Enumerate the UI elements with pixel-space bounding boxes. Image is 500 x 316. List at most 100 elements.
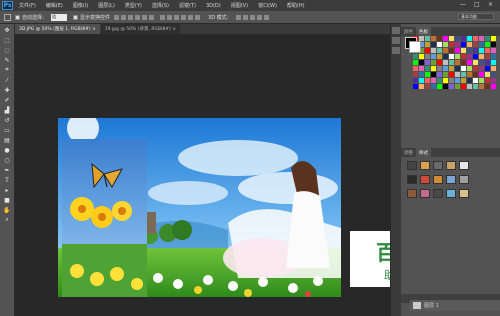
- swatch-cell[interactable]: [467, 54, 472, 59]
- swatch-cell[interactable]: [455, 36, 460, 41]
- tab-3d-jpg[interactable]: 3D.JPG @ 50% (图层 1, RGB/8#) ×: [15, 24, 100, 34]
- swatch-cell[interactable]: [425, 66, 430, 71]
- swatch-cell[interactable]: [425, 36, 430, 41]
- swatch-cell[interactable]: [413, 54, 418, 59]
- swatch-cell[interactable]: [431, 66, 436, 71]
- swatch-cell[interactable]: [479, 78, 484, 83]
- swatch-cell[interactable]: [443, 78, 448, 83]
- crop-icon[interactable]: ⌗: [2, 66, 12, 74]
- layer-row[interactable]: 图层 1: [410, 300, 500, 311]
- swatch-cell[interactable]: [425, 60, 430, 65]
- swatch-cell[interactable]: [467, 66, 472, 71]
- swatch-cell[interactable]: [437, 78, 442, 83]
- swatch-cell[interactable]: [437, 84, 442, 89]
- swatch-cell[interactable]: [473, 36, 478, 41]
- auto-select-dropdown[interactable]: 组: [51, 13, 68, 21]
- distribute-center-icon[interactable]: [188, 14, 194, 20]
- style-swatch[interactable]: [420, 175, 430, 184]
- swatch-cell[interactable]: [479, 36, 484, 41]
- swatch-cell[interactable]: [467, 84, 472, 89]
- swatch-cell[interactable]: [473, 78, 478, 83]
- style-swatch[interactable]: [446, 161, 456, 170]
- swatch-cell[interactable]: [413, 84, 418, 89]
- history-brush-icon[interactable]: ↺: [2, 116, 12, 124]
- style-swatch[interactable]: [407, 161, 417, 170]
- swatch-cell[interactable]: [443, 54, 448, 59]
- swatch-cell[interactable]: [431, 54, 436, 59]
- swatch-cell[interactable]: [473, 60, 478, 65]
- 3d-rotate-icon[interactable]: [235, 14, 241, 20]
- close-button[interactable]: ×: [488, 1, 493, 8]
- swatch-cell[interactable]: [437, 48, 442, 53]
- swatch-cell[interactable]: [431, 60, 436, 65]
- swatch-cell[interactable]: [449, 54, 454, 59]
- 3d-slide-icon[interactable]: [256, 14, 262, 20]
- swatch-cell[interactable]: [431, 36, 436, 41]
- swatch-cell[interactable]: [455, 54, 460, 59]
- style-swatch[interactable]: [446, 189, 456, 198]
- swatch-cell[interactable]: [461, 66, 466, 71]
- distribute-right-icon[interactable]: [195, 14, 201, 20]
- swatch-cell[interactable]: [425, 42, 430, 47]
- swatch-cell[interactable]: [491, 54, 496, 59]
- swatch-cell[interactable]: [461, 84, 466, 89]
- swatch-cell[interactable]: [455, 78, 460, 83]
- auto-select-checkbox[interactable]: [15, 14, 20, 20]
- swatch-cell[interactable]: [443, 84, 448, 89]
- style-swatch[interactable]: [446, 175, 456, 184]
- swatch-cell[interactable]: [467, 60, 472, 65]
- tab-swatches[interactable]: 色板: [416, 27, 431, 36]
- swatch-cell[interactable]: [419, 60, 424, 65]
- swatch-cell[interactable]: [479, 60, 484, 65]
- align-left-icon[interactable]: [135, 14, 141, 20]
- swatch-cell[interactable]: [491, 48, 496, 53]
- swatch-cell[interactable]: [485, 60, 490, 65]
- swatch-cell[interactable]: [419, 54, 424, 59]
- swatch-cell[interactable]: [467, 72, 472, 77]
- swatch-cell[interactable]: [479, 48, 484, 53]
- show-transform-checkbox[interactable]: [73, 14, 79, 20]
- style-swatch[interactable]: [459, 161, 469, 170]
- workspace-dropdown[interactable]: 基本功能: [458, 13, 494, 20]
- distribute-left-icon[interactable]: [181, 14, 187, 20]
- swatch-cell[interactable]: [461, 42, 466, 47]
- tab-adjustments[interactable]: 调整: [401, 148, 416, 157]
- swatch-cell[interactable]: [455, 84, 460, 89]
- eyedropper-icon[interactable]: ⁄: [2, 76, 12, 84]
- hand-icon[interactable]: ✋: [2, 206, 12, 214]
- swatch-cell[interactable]: [455, 60, 460, 65]
- swatch-cell[interactable]: [437, 66, 442, 71]
- swatch-cell[interactable]: [485, 48, 490, 53]
- swatch-cell[interactable]: [479, 54, 484, 59]
- swatch-cell[interactable]: [461, 60, 466, 65]
- swatch-cell[interactable]: [413, 78, 418, 83]
- swatch-cell[interactable]: [425, 78, 430, 83]
- swatch-cell[interactable]: [485, 78, 490, 83]
- tab-19-jpg[interactable]: 19.jpg @ 50% (背景, RGB/8#) ×: [100, 24, 181, 34]
- swatch-cell[interactable]: [443, 66, 448, 71]
- swatch-cell[interactable]: [455, 72, 460, 77]
- properties-panel-icon[interactable]: [392, 37, 400, 44]
- swatch-cell[interactable]: [437, 36, 442, 41]
- quick-select-icon[interactable]: ✎: [2, 56, 12, 64]
- swatch-cell[interactable]: [425, 84, 430, 89]
- swatch-cell[interactable]: [479, 42, 484, 47]
- eraser-icon[interactable]: ▭: [2, 126, 12, 134]
- swatch-cell[interactable]: [443, 42, 448, 47]
- swatch-cell[interactable]: [443, 36, 448, 41]
- swatch-cell[interactable]: [431, 84, 436, 89]
- move-tool-preset-icon[interactable]: [4, 13, 11, 21]
- 3d-roll-icon[interactable]: [242, 14, 248, 20]
- swatch-cell[interactable]: [485, 84, 490, 89]
- swatch-cell[interactable]: [491, 36, 496, 41]
- shape-icon[interactable]: ■: [2, 196, 12, 204]
- style-swatch[interactable]: [459, 189, 469, 198]
- swatch-cell[interactable]: [485, 66, 490, 71]
- menu-select[interactable]: 选择(S): [152, 2, 169, 9]
- menu-3d[interactable]: 3D(D): [206, 3, 221, 9]
- tab-styles[interactable]: 样式: [416, 148, 431, 157]
- swatch-cell[interactable]: [473, 66, 478, 71]
- menu-help[interactable]: 帮助(H): [287, 2, 305, 9]
- move-icon[interactable]: ✥: [2, 26, 12, 34]
- swatch-cell[interactable]: [461, 48, 466, 53]
